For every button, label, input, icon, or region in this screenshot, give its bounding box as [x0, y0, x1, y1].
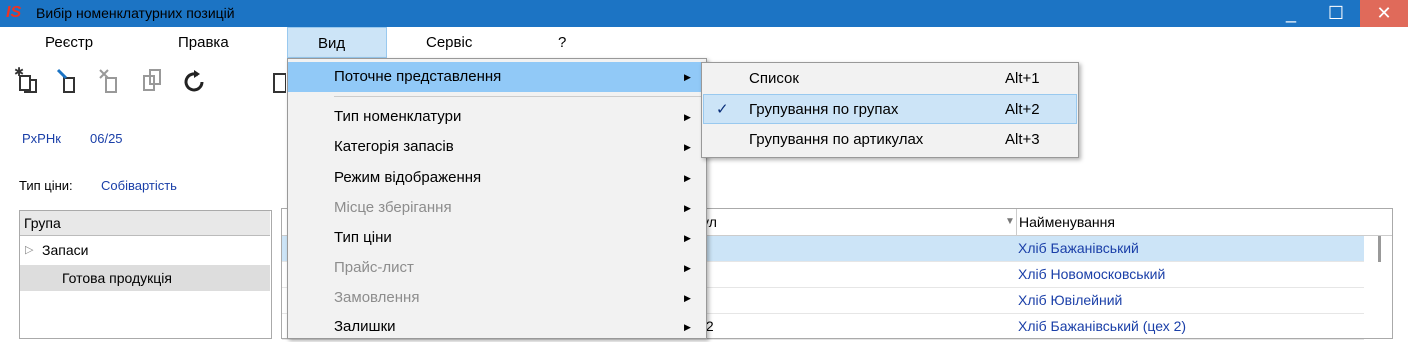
tree-item-gotova[interactable]: Готова продукція [20, 265, 270, 291]
add-item-icon[interactable]: ✱ [14, 65, 40, 100]
more-icon[interactable] [272, 66, 287, 100]
shortcut-label: Alt+2 [1005, 101, 1040, 118]
menu-help[interactable]: ? [558, 27, 566, 58]
price-type-label: Тип ціни: [19, 178, 73, 193]
submenu-arrow-icon: ▶ [684, 293, 691, 303]
menu-vyd[interactable]: Вид [287, 27, 387, 58]
menu-item-price-type[interactable]: Тип ціни ▶ [288, 223, 706, 253]
submenu-arrow-icon: ▶ [684, 233, 691, 243]
submenu-arrow-icon: ▶ [684, 263, 691, 273]
tree-item-zapasy[interactable]: ▷ Запаси [20, 237, 270, 263]
menu-item-current-view[interactable]: Поточне представлення ▶ [288, 62, 706, 92]
period: 06/25 [90, 131, 123, 146]
tree-item-label: Запаси [42, 242, 89, 258]
menu-item-balances[interactable]: Залишки ▶ [288, 312, 706, 339]
menu-item-stock-category[interactable]: Категорія запасів ▶ [288, 132, 706, 162]
submenu-arrow-icon: ▶ [684, 72, 691, 82]
shortcut-label: Alt+1 [1005, 70, 1040, 87]
submenu-item-list[interactable]: Список Alt+1 [703, 64, 1077, 94]
submenu-arrow-icon: ▶ [684, 203, 691, 213]
submenu-arrow-icon: ▶ [684, 142, 691, 152]
doc-code: РхРНк [22, 131, 61, 146]
menu-item-orders: Замовлення ▶ [288, 283, 706, 313]
delete-item-icon[interactable] [98, 66, 124, 100]
expand-icon[interactable]: ▷ [25, 237, 33, 263]
maximize-button[interactable]: ☐ [1313, 0, 1359, 27]
menu-item-nomenclature-type[interactable]: Тип номенклатури ▶ [288, 102, 706, 132]
group-header[interactable]: Група [20, 211, 270, 236]
refresh-icon[interactable] [182, 66, 208, 100]
cell-name: Хліб Бажанівський (цех 2) [1018, 318, 1187, 334]
checkmark-icon: ✓ [716, 101, 729, 118]
column-divider [1016, 209, 1017, 235]
svg-text:✱: ✱ [14, 66, 24, 79]
tree-item-label: Готова продукція [62, 270, 172, 286]
menu-reiestr[interactable]: Реєстр [45, 27, 93, 58]
column-header-name[interactable]: Найменування [1019, 209, 1115, 235]
submenu-arrow-icon: ▶ [684, 112, 691, 122]
shortcut-label: Alt+3 [1005, 131, 1040, 148]
cell-name: Хліб Новомосковський [1018, 266, 1166, 282]
submenu-item-group-by-groups[interactable]: ✓ Групування по групах Alt+2 [703, 94, 1077, 124]
menu-item-price-list: Прайс-лист ▶ [288, 253, 706, 283]
minimize-button[interactable]: _ [1268, 0, 1314, 27]
menu-separator [334, 96, 704, 97]
menu-servis[interactable]: Сервіс [426, 27, 472, 58]
cell-name: Хліб Ювілейний [1018, 292, 1123, 308]
copy-item-icon[interactable] [140, 66, 166, 100]
submenu-arrow-icon: ▶ [684, 322, 691, 332]
menu-item-display-mode[interactable]: Режим відображення ▶ [288, 163, 706, 193]
close-button[interactable]: ✕ [1360, 0, 1408, 27]
menu-pravka[interactable]: Правка [178, 27, 229, 58]
sort-arrow-icon: ▼ [1005, 216, 1015, 227]
app-logo-icon: IS [6, 4, 22, 21]
window-title: Вибір номенклатурних позицій [36, 5, 235, 21]
edit-item-icon[interactable] [56, 66, 82, 100]
submenu-item-group-by-articles[interactable]: Групування по артикулах Alt+3 [703, 125, 1077, 155]
submenu-arrow-icon: ▶ [684, 173, 691, 183]
cell-name: Хліб Бажанівський [1018, 240, 1139, 256]
price-type-value[interactable]: Собівартість [101, 178, 177, 193]
menu-item-storage-place: Місце зберігання ▶ [288, 193, 706, 223]
scrollbar-thumb[interactable] [1378, 236, 1381, 262]
